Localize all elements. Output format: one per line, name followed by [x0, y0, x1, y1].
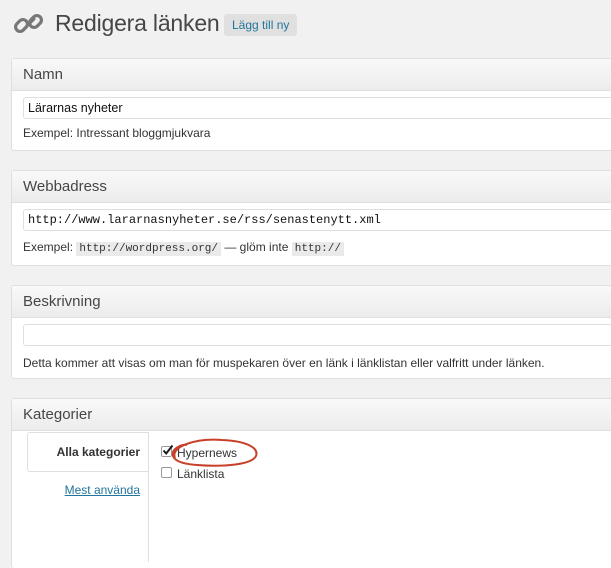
name-box: Namn Lärarnas nyheter Exempel: Intressan…	[11, 58, 611, 151]
tab-all-categories[interactable]: Alla kategorier	[27, 432, 148, 472]
link-icon	[13, 13, 44, 34]
page-title: Redigera länken	[55, 10, 220, 36]
add-new-button[interactable]: Lägg till ny	[224, 14, 298, 36]
url-hint-middle: — glöm inte	[224, 240, 289, 254]
description-box: Beskrivning Detta kommer att visas om ma…	[11, 285, 611, 379]
categories-box: Kategorier Alla kategorier Mest använda …	[11, 398, 611, 568]
category-checklist: Hypernews Länklista	[148, 432, 611, 562]
url-box-title: Webbadress	[12, 171, 611, 203]
url-box: Webbadress http://www.lararnasnyheter.se…	[11, 170, 611, 266]
url-hint: Exempel: http://wordpress.org/ — glöm in…	[23, 240, 344, 256]
url-input[interactable]: http://www.lararnasnyheter.se/rss/senast…	[23, 209, 611, 231]
name-hint: Exempel: Intressant bloggmjukvara	[23, 126, 211, 140]
url-hint-example: http://wordpress.org/	[76, 242, 221, 256]
name-input[interactable]: Lärarnas nyheter	[23, 97, 611, 119]
checkmark-icon	[162, 444, 174, 456]
category-tabs: Alla kategorier Mest använda	[12, 432, 148, 552]
description-hint: Detta kommer att visas om man för muspek…	[23, 356, 545, 370]
page-header: Redigera länken Lägg till ny	[12, 7, 611, 45]
category-label[interactable]: Länklista	[177, 467, 224, 481]
tab-most-used[interactable]: Mest använda	[27, 483, 140, 497]
lanklista-checkbox[interactable]	[161, 467, 172, 478]
category-label[interactable]: Hypernews	[177, 446, 237, 460]
description-box-title: Beskrivning	[12, 286, 611, 318]
url-hint-protocol: http://	[291, 242, 344, 256]
name-box-title: Namn	[12, 59, 611, 91]
description-input[interactable]	[23, 324, 611, 346]
url-hint-prefix: Exempel:	[23, 240, 74, 254]
categories-box-title: Kategorier	[12, 399, 611, 431]
hypernews-checkbox[interactable]	[161, 444, 174, 457]
